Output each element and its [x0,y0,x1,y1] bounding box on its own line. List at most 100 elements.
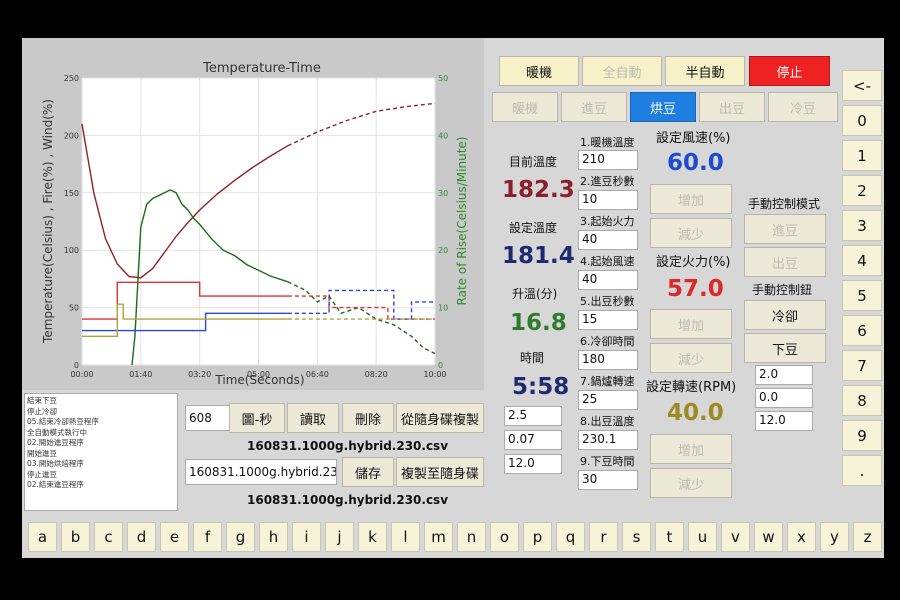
left-tick-label: 100 [64,246,79,255]
key-w[interactable]: w [754,522,783,552]
side-value-field[interactable]: 12.0 [755,411,813,431]
param-value[interactable]: 25 [578,390,638,410]
log-line: 開始進豆 [27,448,57,458]
key-m[interactable]: m [424,522,453,552]
key-e[interactable]: e [160,522,189,552]
numpad-key-1[interactable]: 1 [842,140,882,171]
copy-from-usb-button[interactable]: 從隨身碟複製 [396,403,484,433]
key-r[interactable]: r [589,522,618,552]
x-tick-label: 00:00 [70,370,93,379]
tab-cool[interactable]: 冷豆 [768,92,838,122]
current-temp-label: 目前溫度 [509,155,558,169]
log-line: 02.開始進豆程序 [27,438,84,447]
numpad-key-dot[interactable]: . [842,455,882,486]
key-s[interactable]: s [622,522,651,552]
param-label: 5.出豆秒數 [580,295,635,308]
fire-increase-button[interactable]: 增加 [650,309,732,339]
param-label: 3.起始火力 [580,215,635,228]
mid-value-field[interactable]: 12.0 [504,454,562,474]
save-button[interactable]: 儲存 [342,457,394,487]
key-u[interactable]: u [688,522,717,552]
param-value[interactable]: 210 [578,150,638,170]
record-count-field[interactable]: 608 [185,405,233,431]
set-temp-value: 181.4 [502,243,575,269]
numpad-key-7[interactable]: 7 [842,350,882,381]
tab-bean-in[interactable]: 進豆 [561,92,627,122]
key-g[interactable]: g [226,522,255,552]
param-value[interactable]: 15 [578,310,638,330]
x-tick-label: 06:40 [306,370,329,379]
tab-bean-out[interactable]: 出豆 [699,92,765,122]
numpad-key-8[interactable]: 8 [842,385,882,416]
right-tick-label: 10 [438,304,448,313]
filename-input[interactable]: 160831.1000g.hybrid.230 [185,459,337,485]
full-auto-button[interactable]: 全自動 [582,56,662,86]
numpad-key-2[interactable]: 2 [842,175,882,206]
numpad-key-0[interactable]: 0 [842,105,882,136]
right-tick-label: 40 [438,131,448,140]
tab-preheat[interactable]: 暖機 [492,92,558,122]
plot-seconds-button[interactable]: 圖-秒 [229,403,285,433]
side-value-field[interactable]: 2.0 [755,365,813,385]
cool-button[interactable]: 冷卻 [744,300,826,330]
param-value[interactable]: 230.1 [578,430,638,450]
key-o[interactable]: o [490,522,519,552]
key-h[interactable]: h [259,522,288,552]
param-value[interactable]: 180 [578,350,638,370]
side-value-field[interactable]: 0.0 [755,388,813,408]
right-tick-label: 30 [438,189,448,198]
key-l[interactable]: l [391,522,420,552]
numpad-key-6[interactable]: 6 [842,315,882,346]
drop-button[interactable]: 下豆 [744,333,826,363]
key-x[interactable]: x [787,522,816,552]
param-value[interactable]: 40 [578,230,638,250]
stop-button[interactable]: 停止 [749,56,830,86]
rpm-increase-button[interactable]: 增加 [650,434,732,464]
log-line: 全自動模式執行中 [27,427,87,437]
param-value[interactable]: 40 [578,270,638,290]
fire-decrease-button[interactable]: 減少 [650,343,732,373]
key-t[interactable]: t [655,522,684,552]
current-temp-value: 182.3 [502,177,575,203]
delete-button[interactable]: 刪除 [342,403,394,433]
copy-to-usb-button[interactable]: 複製至隨身碟 [396,457,484,487]
x-tick-label: 03:20 [188,370,211,379]
backspace-key[interactable]: <- [842,70,882,101]
key-d[interactable]: d [127,522,156,552]
key-i[interactable]: i [292,522,321,552]
numpad-key-5[interactable]: 5 [842,280,882,311]
param-value[interactable]: 30 [578,470,638,490]
key-q[interactable]: q [556,522,585,552]
left-tick-label: 50 [69,304,79,313]
key-b[interactable]: b [61,522,90,552]
key-f[interactable]: f [193,522,222,552]
key-v[interactable]: v [721,522,750,552]
numpad-key-4[interactable]: 4 [842,245,882,276]
manual-bean-out-button[interactable]: 出豆 [744,247,826,277]
preheat-mode-button[interactable]: 暖機 [499,56,579,86]
key-k[interactable]: k [358,522,387,552]
wind-decrease-button[interactable]: 減少 [650,218,732,248]
wind-increase-button[interactable]: 增加 [650,184,732,214]
key-c[interactable]: c [94,522,123,552]
left-tick-label: 200 [64,131,79,140]
tab-roast[interactable]: 烘豆 [630,92,696,122]
manual-button-label: 手動控制鈕 [752,283,813,297]
rpm-decrease-button[interactable]: 減少 [650,468,732,498]
key-p[interactable]: p [523,522,552,552]
key-a[interactable]: a [28,522,57,552]
mid-value-field[interactable]: 2.5 [504,406,562,426]
manual-bean-in-button[interactable]: 進豆 [744,214,826,244]
mid-value-field[interactable]: 0.07 [504,430,562,450]
read-button[interactable]: 讀取 [287,403,339,433]
key-z[interactable]: z [853,522,882,552]
numpad-key-3[interactable]: 3 [842,210,882,241]
key-n[interactable]: n [457,522,486,552]
key-y[interactable]: y [820,522,849,552]
param-label: 9.下豆時間 [580,455,635,468]
param-value[interactable]: 10 [578,190,638,210]
param-label: 8.出豆溫度 [580,415,635,428]
numpad-key-9[interactable]: 9 [842,420,882,451]
semi-auto-button[interactable]: 半自動 [665,56,745,86]
key-j[interactable]: j [325,522,354,552]
